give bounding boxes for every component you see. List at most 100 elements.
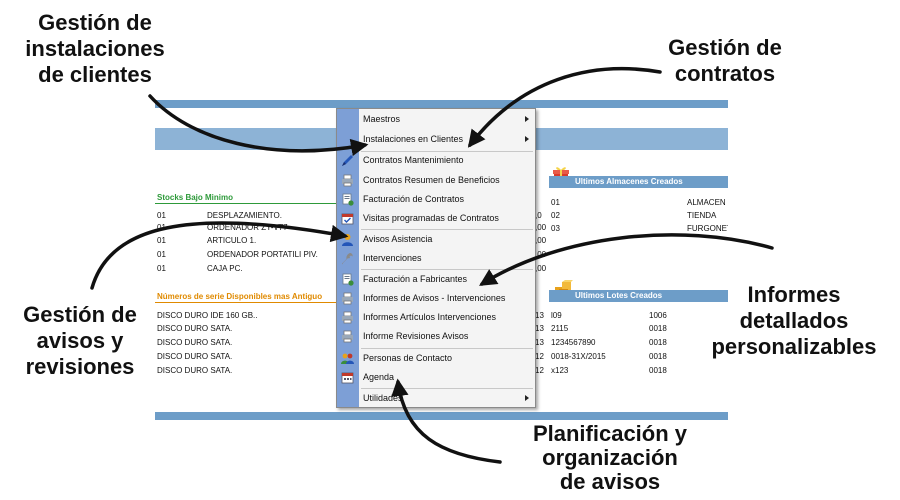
printer-icon bbox=[342, 174, 353, 187]
menu-item-instalaciones[interactable]: Instalaciones en Clientes bbox=[337, 130, 535, 149]
row-qty: ,0 bbox=[535, 211, 542, 220]
callout-line: avisos y bbox=[36, 327, 124, 353]
stocks-panel-title: Stocks Bajo Minimo bbox=[155, 192, 350, 204]
row-name: FURGONET bbox=[687, 224, 728, 233]
menu-item-label: Maestros bbox=[363, 114, 401, 124]
submenu-arrow-icon bbox=[525, 116, 529, 122]
callout-line: detallados bbox=[739, 307, 849, 333]
row-code: 01 bbox=[157, 223, 166, 232]
row-name: CAJA PC. bbox=[207, 264, 243, 273]
row-year: 13 bbox=[535, 311, 544, 320]
title-bar bbox=[155, 100, 728, 108]
callout-line: organización bbox=[542, 445, 678, 471]
menu-item-label: Agenda bbox=[363, 372, 395, 382]
row-name: DESPLAZAMIENTO. bbox=[207, 211, 282, 220]
menu-item-label: Avisos Asistencia bbox=[363, 234, 433, 244]
printer-icon bbox=[342, 292, 353, 305]
menu-item-label: Intervenciones bbox=[363, 253, 422, 263]
people-icon bbox=[341, 353, 354, 364]
callout-line: Planificación y bbox=[532, 421, 688, 446]
row-name: DISCO DURO SATA. bbox=[157, 352, 233, 361]
table-row[interactable]: x123 0018 bbox=[551, 365, 728, 377]
row-name: DISCO DURO SATA. bbox=[157, 324, 233, 333]
row-qty: ,00 bbox=[535, 223, 547, 232]
row-year: 13 bbox=[535, 324, 544, 333]
row-code: 0018 bbox=[649, 352, 667, 361]
row-code: 01 bbox=[157, 250, 166, 259]
menu-item-contratos-mantenimiento[interactable]: Contratos Mantenimiento bbox=[337, 151, 535, 170]
table-row[interactable]: 03 FURGONET bbox=[551, 223, 728, 235]
menu-item-maestros[interactable]: Maestros bbox=[337, 110, 535, 129]
submenu-arrow-icon bbox=[525, 395, 529, 401]
menu-item-label: Informes de Avisos - Intervenciones bbox=[363, 293, 506, 303]
menu-item-label: Contratos Mantenimiento bbox=[363, 155, 464, 165]
row-lote: 1234567890 bbox=[551, 338, 596, 347]
callout-line: Gestión de bbox=[38, 10, 152, 35]
menu-item-label: Personas de Contacto bbox=[363, 353, 453, 363]
callout-line: instalaciones bbox=[25, 35, 165, 61]
menu-item-label: Informe Revisiones Avisos bbox=[363, 331, 469, 341]
row-name: ARTICULO 1. bbox=[207, 236, 257, 245]
calendar-icon bbox=[341, 372, 354, 384]
serials-panel-title: Números de serie Disponibles mas Antiguo bbox=[155, 291, 350, 303]
row-year: 13 bbox=[535, 338, 544, 347]
callout-contratos: Gestión de contratos bbox=[645, 35, 805, 87]
row-qty: ,00 bbox=[535, 250, 547, 259]
menu-item-informes-articulos[interactable]: Informes Artículos Intervenciones bbox=[337, 308, 535, 327]
row-name: ALMACEN F bbox=[687, 198, 728, 207]
invoice-icon bbox=[342, 193, 354, 206]
row-name: TIENDA bbox=[687, 211, 717, 220]
callout-instalaciones: Gestión de instalaciones de clientes bbox=[10, 10, 180, 88]
row-lote: 0018-31X/2015 bbox=[551, 352, 606, 361]
almacenes-panel-title: Ultimos Almacenes Creados bbox=[549, 176, 728, 188]
menu-item-label: Facturación a Fabricantes bbox=[363, 274, 468, 284]
wrench-icon bbox=[342, 253, 353, 265]
menu-item-facturacion-contratos[interactable]: Facturación de Contratos bbox=[337, 190, 535, 209]
row-name: DISCO DURO IDE 160 GB.. bbox=[157, 311, 258, 320]
menu-item-visitas-programadas[interactable]: Visitas programadas de Contratos bbox=[337, 209, 535, 228]
menu-item-label: Informes Artículos Intervenciones bbox=[363, 312, 497, 322]
row-code: 0018 bbox=[649, 366, 667, 375]
invoice-icon bbox=[342, 273, 354, 286]
pen-icon bbox=[342, 155, 353, 166]
row-code: 0018 bbox=[649, 338, 667, 347]
menu-item-facturacion-fabricantes[interactable]: Facturación a Fabricantes bbox=[337, 270, 535, 289]
menu-item-personas-contacto[interactable]: Personas de Contacto bbox=[337, 349, 535, 368]
row-qty: ,00 bbox=[535, 236, 547, 245]
row-year: 12 bbox=[535, 352, 544, 361]
menu-item-agenda[interactable]: Agenda bbox=[337, 368, 535, 387]
printer-icon bbox=[342, 311, 353, 324]
callout-line: de avisos bbox=[559, 469, 661, 495]
callout-avisos: Gestión de avisos y revisiones bbox=[5, 302, 155, 380]
menu-item-avisos-asistencia[interactable]: Avisos Asistencia bbox=[337, 230, 535, 249]
row-code: 01 bbox=[157, 236, 166, 245]
menu-item-informe-revisiones[interactable]: Informe Revisiones Avisos bbox=[337, 327, 535, 346]
callout-informes: Informes detallados personalizables bbox=[695, 282, 893, 360]
callout-line: contratos bbox=[674, 60, 776, 86]
row-code: 01 bbox=[157, 264, 166, 273]
printer-icon bbox=[342, 330, 353, 343]
row-code: 03 bbox=[551, 224, 560, 233]
menu-item-label: Instalaciones en Clientes bbox=[363, 134, 464, 144]
row-lote: 2115 bbox=[551, 324, 569, 333]
menu-item-informes-avisos[interactable]: Informes de Avisos - Intervenciones bbox=[337, 289, 535, 308]
menu-item-label: Utilidades bbox=[363, 393, 403, 403]
callout-line: revisiones bbox=[25, 353, 135, 379]
menu-item-label: Visitas programadas de Contratos bbox=[363, 213, 499, 223]
context-menu: Maestros Instalaciones en Clientes Contr… bbox=[336, 108, 536, 408]
row-name: ORDENADOR PORTATILI PIV. bbox=[207, 250, 318, 259]
menu-item-intervenciones[interactable]: Intervenciones bbox=[337, 249, 535, 268]
menu-item-label: Facturación de Contratos bbox=[363, 194, 465, 204]
callout-line: Gestión de bbox=[668, 35, 782, 60]
table-row[interactable]: 01 ALMACEN F bbox=[551, 197, 728, 209]
callout-line: Informes bbox=[747, 282, 841, 307]
menu-item-contratos-resumen[interactable]: Contratos Resumen de Beneficios bbox=[337, 171, 535, 190]
menu-item-utilidades[interactable]: Utilidades bbox=[337, 389, 535, 408]
row-name: DISCO DURO SATA. bbox=[157, 366, 233, 375]
submenu-arrow-icon bbox=[525, 136, 529, 142]
callout-line: Gestión de bbox=[23, 302, 137, 327]
table-row[interactable]: 02 TIENDA bbox=[551, 210, 728, 222]
row-code: 01 bbox=[551, 198, 560, 207]
menu-item-label: Contratos Resumen de Beneficios bbox=[363, 175, 500, 185]
row-code: 0018 bbox=[649, 324, 667, 333]
